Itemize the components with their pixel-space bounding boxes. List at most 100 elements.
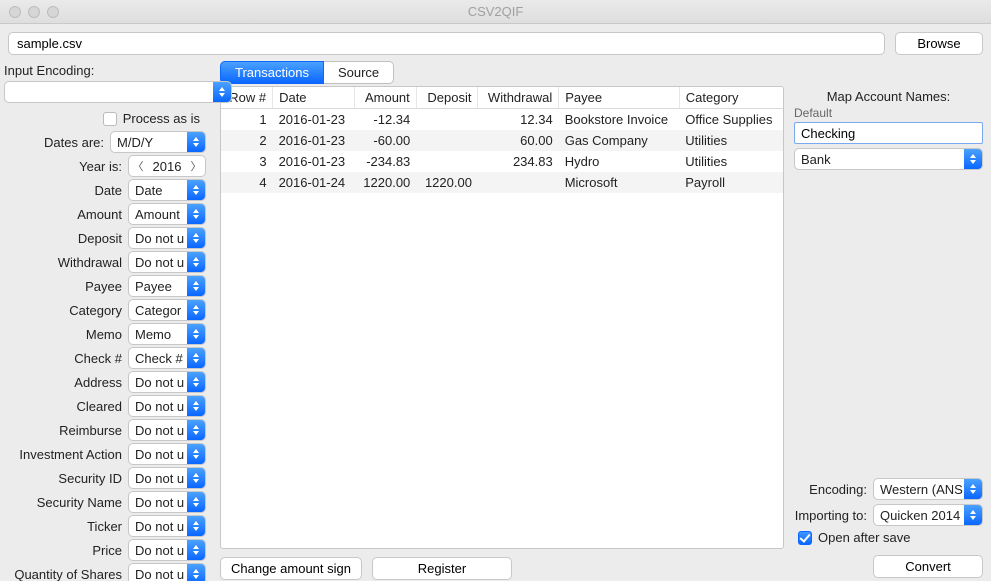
field-label: Reimburse bbox=[59, 423, 122, 438]
table-cell bbox=[416, 151, 478, 172]
field-label: Cleared bbox=[76, 399, 122, 414]
importing-to-select[interactable]: Quicken 2014 bbox=[873, 504, 983, 526]
table-cell: -60.00 bbox=[355, 130, 417, 151]
table-cell: Gas Company bbox=[559, 130, 680, 151]
field-label: Date bbox=[95, 183, 122, 198]
chevron-updown-icon bbox=[964, 149, 982, 169]
field-select[interactable]: Do not u bbox=[128, 491, 206, 513]
field-label: Amount bbox=[77, 207, 122, 222]
table-cell: 2016-01-23 bbox=[273, 109, 355, 131]
convert-button[interactable]: Convert bbox=[873, 555, 983, 578]
chevron-updown-icon bbox=[187, 564, 205, 581]
field-value: Date bbox=[129, 181, 187, 200]
table-row[interactable]: 22016-01-23-60.0060.00Gas CompanyUtiliti… bbox=[221, 130, 783, 151]
table-cell: 1 bbox=[221, 109, 273, 131]
output-encoding-select[interactable]: Western (ANS bbox=[873, 478, 983, 500]
importing-to-value: Quicken 2014 bbox=[874, 506, 964, 525]
chevron-updown-icon bbox=[187, 444, 205, 464]
dates-are-value: M/D/Y bbox=[111, 133, 187, 152]
right-panel: Map Account Names: Default Bank Encoding… bbox=[790, 61, 991, 580]
open-after-save-checkbox[interactable] bbox=[798, 531, 812, 545]
year-next-button[interactable]: 〉 bbox=[187, 158, 205, 174]
process-as-is-checkbox[interactable] bbox=[103, 112, 117, 126]
field-row-ticker: TickerDo not u bbox=[2, 514, 210, 538]
field-select[interactable]: Do not u bbox=[128, 467, 206, 489]
field-row-security-id: Security ID Do not u bbox=[2, 466, 210, 490]
table-cell: Microsoft bbox=[559, 172, 680, 193]
table-row[interactable]: 42016-01-241220.001220.00MicrosoftPayrol… bbox=[221, 172, 783, 193]
field-label: Quantity of Shares bbox=[14, 567, 122, 581]
table-row[interactable]: 32016-01-23-234.83234.83HydroUtilities bbox=[221, 151, 783, 172]
left-panel: Input Encoding: Process as is Dates are:… bbox=[0, 61, 214, 580]
field-row-withdrawal: WithdrawalDo not u bbox=[2, 250, 210, 274]
year-prev-button[interactable]: 〈 bbox=[129, 158, 147, 174]
chevron-updown-icon bbox=[187, 420, 205, 440]
center-panel: Transactions Source Row #DateAmountDepos… bbox=[214, 61, 790, 580]
field-value: Check # bbox=[129, 349, 187, 368]
column-header[interactable]: Withdrawal bbox=[478, 87, 559, 109]
field-row-quantity-of-shares: Quantity of Shares Do not u bbox=[2, 562, 210, 581]
field-value: Do not u bbox=[129, 373, 187, 392]
file-row: Browse bbox=[0, 24, 991, 61]
tab-source[interactable]: Source bbox=[324, 61, 394, 84]
field-value: Do not u bbox=[129, 229, 187, 248]
column-header[interactable]: Category bbox=[679, 87, 783, 109]
field-label: Security ID bbox=[58, 471, 122, 486]
field-select[interactable]: Do not u bbox=[128, 563, 206, 581]
field-select[interactable]: Date bbox=[128, 179, 206, 201]
field-label: Payee bbox=[85, 279, 122, 294]
file-path-input[interactable] bbox=[8, 32, 885, 55]
chevron-updown-icon bbox=[964, 505, 982, 525]
year-value: 2016 bbox=[147, 159, 187, 174]
tab-transactions[interactable]: Transactions bbox=[220, 61, 324, 84]
input-encoding-select[interactable] bbox=[4, 81, 232, 103]
table-cell: 2016-01-23 bbox=[273, 151, 355, 172]
table-cell: 4 bbox=[221, 172, 273, 193]
field-row-reimburse: Reimburse Do not u bbox=[2, 418, 210, 442]
chevron-updown-icon bbox=[187, 372, 205, 392]
field-row-date: Date Date bbox=[2, 178, 210, 202]
register-button[interactable]: Register bbox=[372, 557, 512, 580]
field-select[interactable]: Do not u bbox=[128, 395, 206, 417]
field-select[interactable]: Do not u bbox=[128, 371, 206, 393]
field-row-cleared: Cleared Do not u bbox=[2, 394, 210, 418]
window-title: CSV2QIF bbox=[0, 4, 991, 19]
field-row-payee: Payee Payee bbox=[2, 274, 210, 298]
chevron-updown-icon bbox=[187, 396, 205, 416]
field-value: Amount bbox=[129, 205, 187, 224]
field-value: Do not u bbox=[129, 397, 187, 416]
field-select[interactable]: Amount bbox=[128, 203, 206, 225]
column-header[interactable]: Date bbox=[273, 87, 355, 109]
field-select[interactable]: Memo bbox=[128, 323, 206, 345]
account-type-select[interactable]: Bank bbox=[794, 148, 983, 170]
field-select[interactable]: Do not u bbox=[128, 539, 206, 561]
field-label: Check # bbox=[74, 351, 122, 366]
field-select[interactable]: Do not u bbox=[128, 227, 206, 249]
account-name-input[interactable] bbox=[794, 122, 983, 144]
field-value: Do not u bbox=[129, 517, 187, 536]
field-select[interactable]: Payee bbox=[128, 275, 206, 297]
field-row-security-name: Security NameDo not u bbox=[2, 490, 210, 514]
field-select[interactable]: Do not u bbox=[128, 443, 206, 465]
field-select[interactable]: Do not u bbox=[128, 419, 206, 441]
chevron-updown-icon bbox=[187, 252, 205, 272]
change-amount-sign-button[interactable]: Change amount sign bbox=[220, 557, 362, 580]
field-value: Do not u bbox=[129, 541, 187, 560]
browse-button[interactable]: Browse bbox=[895, 32, 983, 55]
column-header[interactable]: Amount bbox=[355, 87, 417, 109]
table-row[interactable]: 12016-01-23-12.3412.34Bookstore InvoiceO… bbox=[221, 109, 783, 131]
year-stepper[interactable]: 〈 2016 〉 bbox=[128, 155, 206, 177]
field-select[interactable]: Categor bbox=[128, 299, 206, 321]
table-cell: Utilities bbox=[679, 130, 783, 151]
year-is-label: Year is: bbox=[79, 159, 122, 174]
field-select[interactable]: Do not u bbox=[128, 515, 206, 537]
field-select[interactable]: Do not u bbox=[128, 251, 206, 273]
field-select[interactable]: Check # bbox=[128, 347, 206, 369]
process-as-is-label: Process as is bbox=[123, 111, 200, 126]
field-value: Do not u bbox=[129, 469, 187, 488]
column-header[interactable]: Deposit bbox=[416, 87, 478, 109]
table-cell: 234.83 bbox=[478, 151, 559, 172]
table-cell: Office Supplies bbox=[679, 109, 783, 131]
dates-are-select[interactable]: M/D/Y bbox=[110, 131, 206, 153]
column-header[interactable]: Payee bbox=[559, 87, 680, 109]
